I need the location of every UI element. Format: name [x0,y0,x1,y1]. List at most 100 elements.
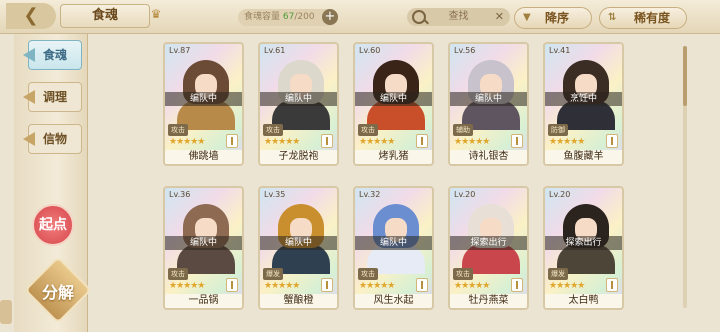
card-name: 太白鸭 [545,294,622,308]
role-badge: 防御 [548,124,568,136]
character-card[interactable]: Lv.36 编队中攻击 ★★★★★ 一品锅 [163,186,244,310]
role-badge: 辅助 [453,124,473,136]
tab-tiaoli-label: 调理 [42,90,67,104]
tab-shihun-label: 食魂 [42,48,67,62]
star-rating-icon: ★★★★★ [264,281,300,291]
role-badge: 爆发 [263,268,283,280]
sort-order-button[interactable]: ▼ 降序 [514,7,592,29]
card-status: 编队中 [165,236,242,250]
card-name: 子龙脱袍 [260,150,337,164]
star-rating-icon: ★★★★★ [169,137,205,147]
top-bar: ❮ 食魂 ♛ 食魂容量 67/200 + 查找 ✕ ▼ 降序 ⇅ 稀有度 [0,0,720,34]
tab-xinwu-label: 信物 [42,132,67,146]
tab-xinwu[interactable]: 信物 [23,124,82,154]
sort-arrows-icon: ⇅ [608,12,617,23]
card-level: Lv.20 [549,190,571,199]
search-input[interactable]: 查找 ✕ [407,8,510,26]
star-rating-icon: ★★★★★ [169,281,205,291]
card-status: 编队中 [355,92,432,106]
card-status: 编队中 [165,92,242,106]
qidian-button[interactable]: 起点 [32,204,74,246]
tab-marker-icon [23,48,35,62]
back-arrow-icon[interactable]: ❮ [6,3,56,29]
card-name: 佛跳墙 [165,150,242,164]
star-rating-icon: ★★★★★ [549,137,585,147]
role-badge: 攻击 [168,124,188,136]
character-card[interactable]: Lv.41 烹饪中防御 ★★★★★ 鱼腹藏羊 [543,42,624,166]
sort-rarity-button[interactable]: ⇅ 稀有度 [599,7,687,29]
card-name: 鱼腹藏羊 [545,150,622,164]
tab-marker-icon [23,132,35,146]
star-rating-icon: ★★★★★ [454,137,490,147]
tab-marker-icon [23,90,35,104]
role-badge: 攻击 [453,268,473,280]
character-card[interactable]: Lv.87 编队中攻击 ★★★★★ 佛跳墙 [163,42,244,166]
role-badge: 攻击 [168,268,188,280]
rarity-icon [606,278,618,292]
character-card[interactable]: Lv.60 编队中攻击 ★★★★★ 烤乳猪 [353,42,434,166]
star-rating-icon: ★★★★★ [359,281,395,291]
role-badge: 爆发 [548,268,568,280]
role-badge: 攻击 [263,124,283,136]
capacity-current: 67 [282,12,295,22]
scrollbar-thumb[interactable] [683,46,687,106]
capacity-max: /200 [294,12,315,22]
card-status: 探索出行 [450,236,527,250]
card-level: Lv.61 [264,46,286,55]
character-card[interactable]: Lv.61 编队中攻击 ★★★★★ 子龙脱袍 [258,42,339,166]
rarity-icon [321,134,333,148]
character-card[interactable]: Lv.20 探索出行攻击 ★★★★★ 牡丹燕菜 [448,186,529,310]
rarity-icon [226,134,238,148]
card-level: Lv.56 [454,46,476,55]
star-rating-icon: ★★★★★ [359,137,395,147]
card-name: 诗礼银杏 [450,150,527,164]
role-badge: 攻击 [358,268,378,280]
star-rating-icon: ★★★★★ [454,281,490,291]
card-level: Lv.60 [359,46,381,55]
card-status: 探索出行 [545,236,622,250]
card-status: 编队中 [260,236,337,250]
character-card[interactable]: Lv.35 编队中爆发 ★★★★★ 蟹酿橙 [258,186,339,310]
rarity-icon [511,278,523,292]
rarity-icon [511,134,523,148]
triangle-down-icon: ▼ [523,12,531,23]
card-level: Lv.20 [454,190,476,199]
character-card[interactable]: Lv.20 探索出行爆发 ★★★★★ 太白鸭 [543,186,624,310]
character-card[interactable]: Lv.56 编队中辅助 ★★★★★ 诗礼银杏 [448,42,529,166]
rarity-icon [416,278,428,292]
rarity-icon [416,134,428,148]
card-name: 一品锅 [165,294,242,308]
card-level: Lv.41 [549,46,571,55]
card-level: Lv.36 [169,190,191,199]
tab-tiaoli[interactable]: 调理 [23,82,82,112]
card-name: 牡丹燕菜 [450,294,527,308]
decompose-label: 分解 [41,283,74,302]
star-rating-icon: ★★★★★ [264,137,300,147]
card-name: 风生水起 [355,294,432,308]
card-level: Lv.32 [359,190,381,199]
crown-icon: ♛ [150,7,162,21]
sidebar: 食魂 调理 信物 起点 分解 [14,34,92,332]
capacity-add-button[interactable]: + [322,9,338,25]
card-level: Lv.87 [169,46,191,55]
card-level: Lv.35 [264,190,286,199]
rarity-icon [226,278,238,292]
tab-shihun[interactable]: 食魂 [23,40,82,70]
rarity-icon [321,278,333,292]
card-status: 编队中 [450,92,527,106]
card-name: 烤乳猪 [355,150,432,164]
star-rating-icon: ★★★★★ [549,281,585,291]
page-title: 食魂 [60,4,150,28]
card-status: 编队中 [260,92,337,106]
character-card[interactable]: Lv.32 编队中攻击 ★★★★★ 风生水起 [353,186,434,310]
card-status: 编队中 [355,236,432,250]
sort-rarity-label: 稀有度 [634,11,671,25]
rarity-icon [606,134,618,148]
capacity-label: 食魂容量 [244,12,281,22]
lantern-decoration [0,300,12,324]
sort-order-label: 降序 [545,11,570,25]
card-status: 烹饪中 [545,92,622,106]
card-name: 蟹酿橙 [260,294,337,308]
clear-search-icon[interactable]: ✕ [495,8,504,26]
role-badge: 攻击 [358,124,378,136]
